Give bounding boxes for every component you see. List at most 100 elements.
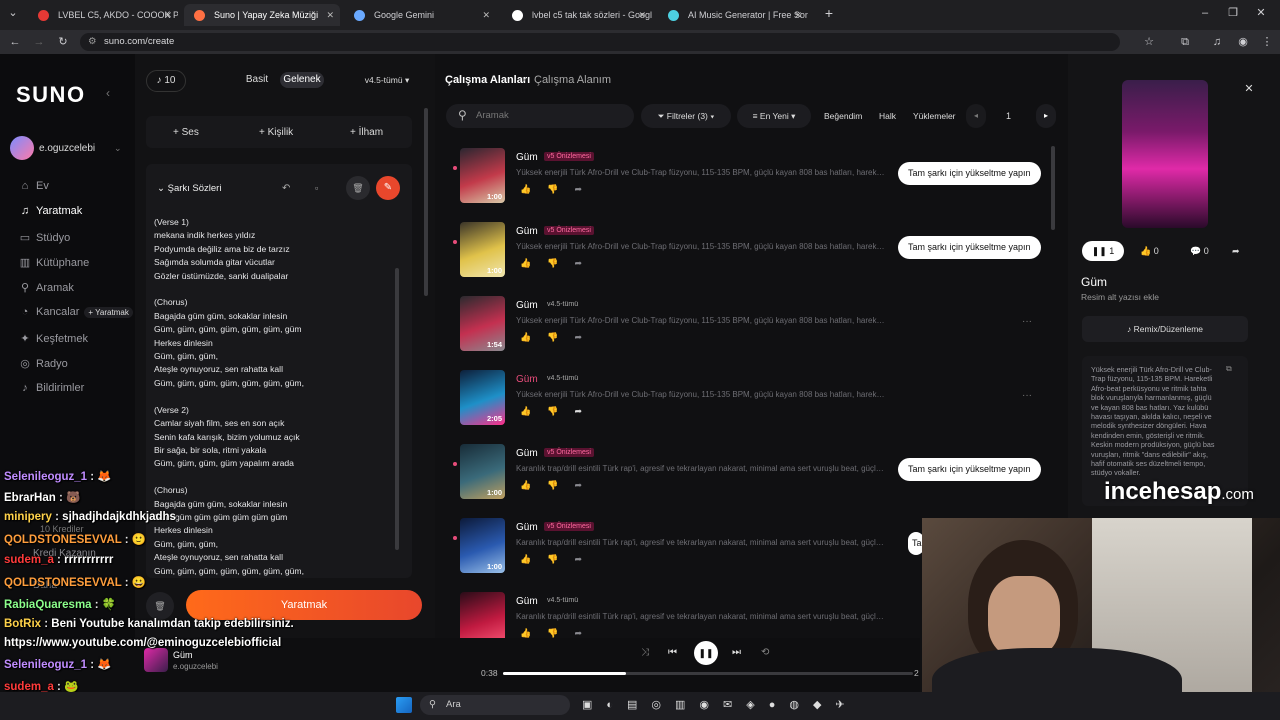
bookmark-star-icon[interactable]: ☆ [1140, 33, 1158, 51]
media-icon[interactable]: ♫ [1208, 33, 1226, 51]
song-thumbnail[interactable]: 1:00 [460, 444, 505, 499]
panel-scrollbar[interactable] [424, 108, 428, 296]
song-thumbnail[interactable]: 1:54 [460, 296, 505, 351]
song-title[interactable]: Güm [516, 152, 538, 163]
tab-search-icon[interactable]: ⌄ [4, 4, 22, 22]
thumb-down-icon[interactable]: 👎 [547, 184, 574, 194]
player-artist[interactable]: e.oguzcelebi [173, 662, 218, 671]
pause-icon[interactable]: ❚❚ [694, 641, 718, 665]
magic-wand-icon[interactable]: ✎ [376, 176, 400, 200]
thumb-down-icon[interactable]: 👎 [547, 332, 574, 342]
breadcrumb-root[interactable]: Çalışma Alanları [445, 74, 530, 86]
song-row[interactable]: 2:05 Güm v4.5-tümü Yüksek enerjili Türk Afr… [460, 370, 1060, 436]
song-row[interactable]: 1:00 Güm v5 Önizlemesi Karanlık trap/drill … [453, 444, 1060, 510]
tab-close-icon[interactable]: ✕ [482, 4, 490, 26]
share-icon[interactable]: ➦ [574, 332, 598, 342]
lyrics-header[interactable]: ⌄ Şarkı Sözleri [157, 183, 221, 194]
share-icon[interactable]: ➦ [574, 628, 598, 638]
song-thumbnail[interactable]: 1:00 [460, 518, 505, 573]
prev-page-icon[interactable]: ◂ [966, 104, 986, 128]
share-icon[interactable]: ➦ [574, 554, 598, 564]
share-icon[interactable]: ➦ [574, 406, 598, 416]
clear-icon[interactable]: 🗑 [146, 592, 174, 620]
thumb-down-icon[interactable]: 👎 [547, 258, 574, 268]
back-icon[interactable]: ← [6, 33, 24, 51]
tab-3[interactable]: lvbel c5 tak tak sözleri - Google ✕ [502, 4, 652, 26]
sort-button[interactable]: ≡ En Yeni ▾ [737, 104, 811, 128]
suno-logo[interactable]: SUNO [16, 82, 86, 108]
close-window-icon[interactable]: ✕ [1252, 4, 1270, 22]
like-button[interactable]: 👍 0 [1140, 246, 1159, 257]
tab-0[interactable]: LVBEL C5, AKDO - COOOK PARA✕ [28, 4, 178, 26]
search-input[interactable]: ⚲ Aramak [446, 104, 634, 128]
uploads-filter[interactable]: Yüklemeler [913, 111, 956, 121]
thumb-up-icon[interactable]: 👍 [520, 258, 547, 268]
taskbar-search[interactable]: ⚲ Ara [420, 695, 570, 715]
site-info-icon[interactable]: ⚙ [88, 33, 97, 51]
mode-simple-button[interactable]: Basit [241, 70, 273, 90]
minimize-icon[interactable]: – [1196, 4, 1214, 22]
trash-icon[interactable]: 🗑 [346, 176, 370, 200]
model-select[interactable]: v4.5-tümü ▾ [356, 70, 418, 90]
thumb-down-icon[interactable]: 👎 [547, 554, 574, 564]
tab-close-icon[interactable]: ✕ [794, 4, 802, 26]
shuffle-icon[interactable]: ⤨ [641, 647, 649, 658]
song-row[interactable]: 1:00 Güm v5 Önizlemesi Yüksek enerjili Türk… [453, 148, 1060, 214]
taskbar-apps[interactable]: ▣◐▤◎▥◉✉◈●◍◆✈ [582, 698, 859, 711]
song-thumbnail[interactable]: 2:05 [460, 370, 505, 425]
more-options-icon[interactable]: ··· [1022, 390, 1032, 401]
repeat-icon[interactable]: ⟲ [761, 647, 769, 658]
upgrade-button[interactable]: Tam şarkı için yükseltme yapın [898, 458, 1041, 481]
avatar[interactable] [10, 136, 34, 160]
thumb-up-icon[interactable]: 👍 [520, 406, 547, 416]
add-inspo-button[interactable]: + İlham [350, 127, 383, 138]
share-icon[interactable]: ➦ [574, 480, 598, 490]
sidebar-item-1[interactable]: ♫ Yaratmak [18, 205, 82, 217]
player-title[interactable]: Güm [173, 650, 193, 660]
add-audio-button[interactable]: + Ses [173, 127, 199, 138]
song-title[interactable]: Güm [516, 596, 538, 607]
thumb-down-icon[interactable]: 👎 [547, 480, 574, 490]
maximize-icon[interactable]: ❐ [1224, 4, 1242, 22]
add-persona-button[interactable]: + Kişilik [259, 127, 293, 138]
hooks-create-badge[interactable]: + Yaratmak [84, 307, 133, 318]
liked-filter[interactable]: Beğendim [824, 111, 862, 121]
expand-icon[interactable]: ▫ [315, 183, 318, 193]
previous-icon[interactable]: ⏮ [668, 647, 677, 658]
tab-2[interactable]: Google Gemini ✕ [344, 4, 496, 26]
collapse-sidebar-icon[interactable]: ‹ [106, 86, 110, 100]
song-row[interactable]: 1:54 Güm v4.5-tümü Yüksek enerjili Türk Afr… [460, 296, 1060, 362]
next-icon[interactable]: ⏭ [732, 647, 741, 658]
pause-plays-button[interactable]: ❚❚ 1 [1082, 241, 1124, 261]
remix-button[interactable]: ♪ Remix/Düzenleme [1082, 316, 1248, 342]
song-thumbnail[interactable]: 1:00 [460, 148, 505, 203]
mode-custom-button[interactable]: Gelenek [280, 72, 324, 88]
caption-link[interactable]: Resim alt yazısı ekle [1081, 292, 1159, 302]
profile-icon[interactable]: ◉ [1234, 33, 1252, 51]
sidebar-item-3[interactable]: ▥ Kütüphane [18, 256, 89, 269]
sidebar-item-7[interactable]: ◎ Radyo [18, 357, 68, 370]
thumb-up-icon[interactable]: 👍 [520, 480, 547, 490]
songs-scrollbar[interactable] [1051, 146, 1055, 230]
reload-icon[interactable]: ↻ [54, 33, 72, 51]
undo-icon[interactable]: ↶ [282, 183, 290, 194]
song-title[interactable]: Güm [516, 448, 538, 459]
start-icon[interactable] [396, 697, 412, 713]
tab-1[interactable]: Suno | Yapay Zeka Müziği ✕ [184, 4, 340, 26]
username[interactable]: e.oguzcelebi [39, 143, 95, 154]
song-title[interactable]: Güm [516, 226, 538, 237]
tab-close-icon[interactable]: ✕ [326, 4, 334, 26]
share-icon[interactable]: ➦ [1232, 246, 1240, 257]
forward-icon[interactable]: → [30, 33, 48, 51]
comments-button[interactable]: 💬 0 [1190, 246, 1209, 257]
sidebar-item-4[interactable]: ⚲ Aramak [18, 281, 74, 294]
share-icon[interactable]: ➦ [574, 184, 598, 194]
new-tab-button[interactable]: + [820, 4, 838, 22]
extensions-icon[interactable]: ⧉ [1176, 33, 1194, 51]
thumb-down-icon[interactable]: 👎 [547, 628, 574, 638]
more-options-icon[interactable]: ··· [1022, 316, 1032, 327]
thumb-up-icon[interactable]: 👍 [520, 184, 547, 194]
sidebar-item-6[interactable]: ✦ Keşfetmek [18, 332, 88, 345]
song-row[interactable]: 1:00 Güm v5 Önizlemesi Yüksek enerjili Türk… [453, 222, 1060, 288]
create-button[interactable]: Yaratmak [186, 590, 422, 620]
